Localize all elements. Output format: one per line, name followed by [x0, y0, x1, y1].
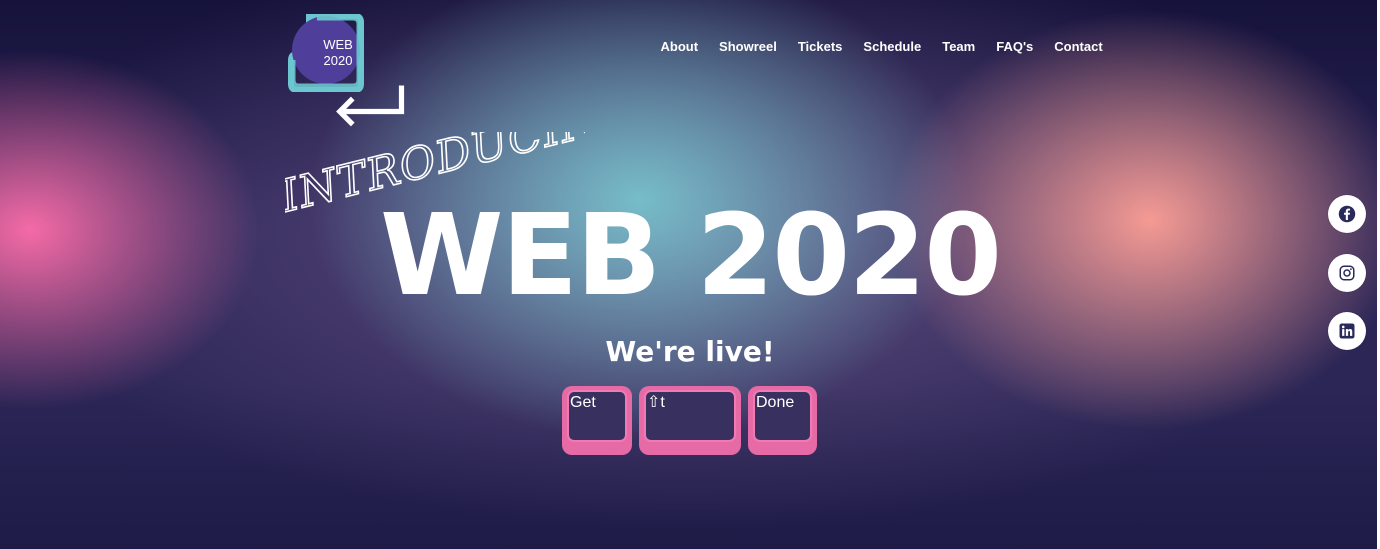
key-get-label: Get [570, 394, 596, 411]
key-done-button[interactable]: Done [748, 386, 817, 455]
nav-item-tickets[interactable]: Tickets [787, 38, 853, 56]
linkedin-icon [1339, 323, 1355, 339]
key-it-button[interactable]: ⇧t [639, 386, 741, 455]
nav-item-team[interactable]: Team [932, 38, 986, 56]
key-done-label: Done [756, 394, 795, 411]
facebook-link[interactable] [1328, 195, 1366, 233]
instagram-link[interactable] [1328, 254, 1366, 292]
site-logo[interactable]: WEB 2020 [287, 14, 405, 127]
logo-text-line1: WEB [323, 37, 353, 52]
nav-item-schedule[interactable]: Schedule [853, 38, 932, 56]
main-nav: About Showreel Tickets Schedule Team FAQ… [650, 38, 1113, 56]
nav-item-showreel[interactable]: Showreel [709, 38, 788, 56]
facebook-icon [1338, 205, 1356, 223]
nav-item-faqs[interactable]: FAQ's [986, 38, 1044, 56]
hero-tagline: We're live! [605, 335, 775, 368]
nav-item-contact[interactable]: Contact [1044, 38, 1113, 56]
instagram-icon [1339, 265, 1355, 281]
key-get-button[interactable]: Get [562, 386, 632, 455]
key-it-label: ⇧t [647, 394, 665, 411]
hero-headline: WEB 2020 [379, 191, 1002, 321]
linkedin-link[interactable] [1328, 312, 1366, 350]
nav-item-about[interactable]: About [650, 38, 709, 56]
